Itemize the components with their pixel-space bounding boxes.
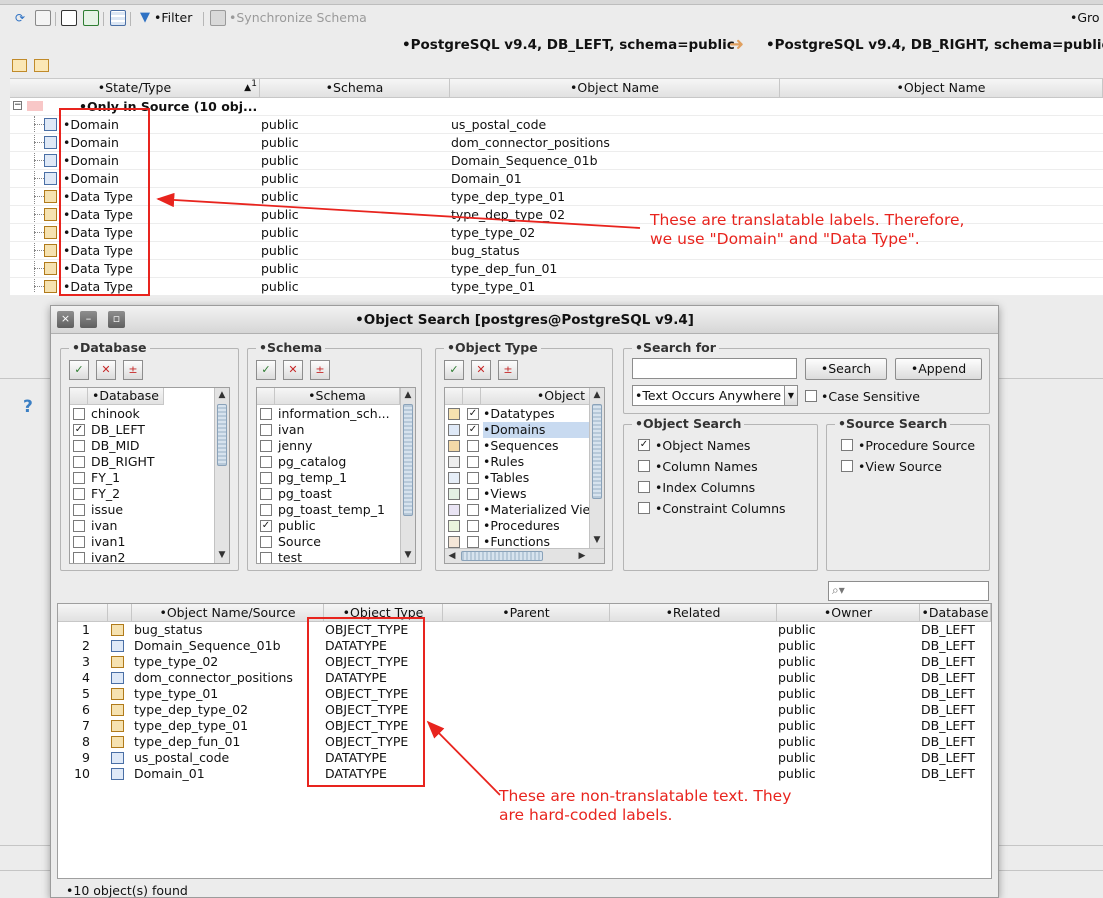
hardcoded-note: These are non-translatable text. They ar… xyxy=(499,787,791,825)
annotation-arrow-bottom xyxy=(426,720,501,796)
note-line: we use "Domain" and "Data Type". xyxy=(650,230,920,248)
translatable-note: These are translatable labels. Therefore… xyxy=(650,211,964,249)
note-line: These are translatable labels. Therefore… xyxy=(650,211,965,229)
annotation-arrows xyxy=(156,192,641,796)
note-line: are hard-coded labels. xyxy=(499,806,673,824)
annotation-arrow-top xyxy=(156,192,641,229)
note-line: These are non-translatable text. They xyxy=(499,787,792,805)
